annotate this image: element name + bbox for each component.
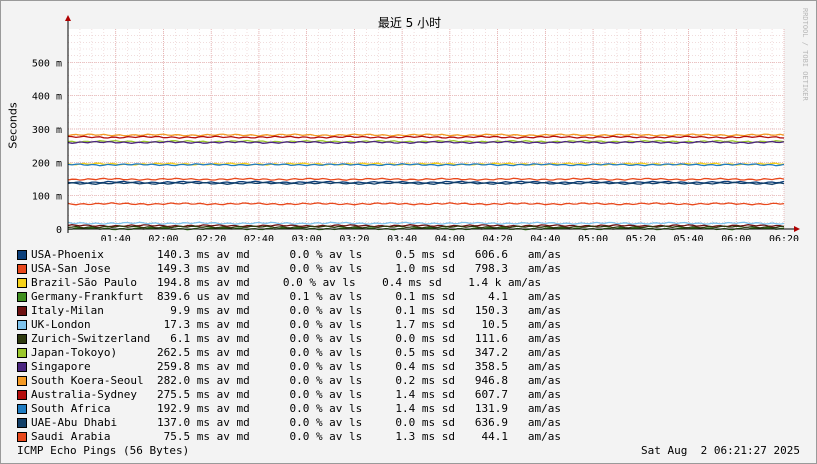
- legend-swatch: [17, 376, 27, 386]
- legend-swatch: [17, 292, 27, 302]
- footer-description: ICMP Echo Pings (56 Bytes): [17, 444, 190, 457]
- legend-series-name: UAE-Abu Dhabi: [31, 416, 118, 429]
- legend-series-stats: 262.5 ms av md 0.0 % av ls 0.5 ms sd 347…: [157, 346, 561, 359]
- legend-series-name: Saudi Arabia: [31, 430, 111, 443]
- legend-series-stats: 194.8 ms av md 0.0 % av ls 0.4 ms sd 1.4…: [157, 276, 542, 289]
- legend-series-stats: 839.6 us av md 0.1 % av ls 0.1 ms sd 4.1…: [157, 290, 561, 303]
- x-tick-label: 06:20: [769, 234, 799, 241]
- legend-series-stats: 75.5 ms av md 0.0 % av ls 1.3 ms sd 44.1…: [157, 430, 561, 443]
- legend-swatch: [17, 348, 27, 358]
- legend-series-stats: 17.3 ms av md 0.0 % av ls 1.7 ms sd 10.5…: [157, 318, 561, 331]
- legend-swatch: [17, 418, 27, 428]
- legend-series-stats: 6.1 ms av md 0.0 % av ls 0.0 ms sd 111.6…: [157, 332, 561, 345]
- x-tick-label: 02:20: [196, 234, 226, 241]
- x-tick-label: 05:00: [578, 234, 608, 241]
- legend-swatch: [17, 432, 27, 442]
- legend-series-name: Germany-Frankfurt: [31, 290, 144, 303]
- legend-series-stats: 275.5 ms av md 0.0 % av ls 1.4 ms sd 607…: [157, 388, 561, 401]
- legend-swatch: [17, 306, 27, 316]
- legend-series-name: UK-London: [31, 318, 91, 331]
- x-axis-arrow: [794, 226, 800, 232]
- y-tick-label: 0: [56, 225, 62, 236]
- chart-plot: 0 100 m 200 m 300 m 400 m 500 m 01:40 02:00 02:2…: [32, 15, 800, 241]
- x-tick-label: 03:40: [387, 234, 417, 241]
- x-tick-label: 04:20: [483, 234, 513, 241]
- legend-swatch: [17, 320, 27, 330]
- legend-swatch: [17, 264, 27, 274]
- legend-series-name: Japan-Tokoyo): [31, 346, 118, 359]
- y-axis-arrow: [65, 15, 71, 21]
- legend-swatch: [17, 334, 27, 344]
- legend-series-name: USA-Phoenix: [31, 248, 104, 261]
- legend-series-name: USA-San Jose: [31, 262, 111, 275]
- y-tick-label: 200 m: [32, 158, 62, 169]
- legend-series-name: Australia-Sydney: [31, 388, 137, 401]
- x-tick-label: 04:40: [530, 234, 560, 241]
- x-tick-label: 03:00: [292, 234, 322, 241]
- legend-series-stats: 259.8 ms av md 0.0 % av ls 0.4 ms sd 358…: [157, 360, 561, 373]
- x-tick-label: 02:00: [148, 234, 178, 241]
- y-tick-label: 300 m: [32, 125, 62, 136]
- legend-series-name: South Africa: [31, 402, 111, 415]
- y-tick-label: 100 m: [32, 192, 62, 203]
- x-tick-label: 06:00: [721, 234, 751, 241]
- legend-series-stats: 137.0 ms av md 0.0 % av ls 0.0 ms sd 636…: [157, 416, 561, 429]
- x-tick-label: 01:40: [101, 234, 131, 241]
- x-tick-label: 03:20: [339, 234, 369, 241]
- legend-series-name: Brazil-São Paulo: [31, 276, 137, 289]
- legend-swatch: [17, 250, 27, 260]
- x-tick-label: 04:00: [435, 234, 465, 241]
- legend-swatch: [17, 362, 27, 372]
- legend-swatch: [17, 278, 27, 288]
- x-tick-label: 02:40: [244, 234, 274, 241]
- x-tick-label: 05:20: [626, 234, 656, 241]
- graph-frame: 最近 5 小时 Seconds RRDTOOL / TOBI OETIKER 0…: [0, 0, 817, 464]
- legend-series-name: Zurich-Switzerland: [31, 332, 151, 345]
- legend-series-stats: 149.3 ms av md 0.0 % av ls 1.0 ms sd 798…: [157, 262, 561, 275]
- legend-series-stats: 9.9 ms av md 0.0 % av ls 0.1 ms sd 150.3…: [157, 304, 561, 317]
- footer-timestamp: Sat Aug 2 06:21:27 2025: [641, 444, 800, 457]
- legend-series-name: Italy-Milan: [31, 304, 104, 317]
- legend-swatch: [17, 390, 27, 400]
- legend-swatch: [17, 404, 27, 414]
- legend-series-stats: 140.3 ms av md 0.0 % av ls 0.5 ms sd 606…: [157, 248, 561, 261]
- legend-series-name: South Koera-Seoul: [31, 374, 144, 387]
- legend-series-stats: 192.9 ms av md 0.0 % av ls 1.4 ms sd 131…: [157, 402, 561, 415]
- y-tick-label: 400 m: [32, 92, 62, 103]
- y-tick-label: 500 m: [32, 58, 62, 69]
- legend-series-name: Singapore: [31, 360, 91, 373]
- legend-series-stats: 282.0 ms av md 0.0 % av ls 0.2 ms sd 946…: [157, 374, 561, 387]
- x-tick-label: 05:40: [673, 234, 703, 241]
